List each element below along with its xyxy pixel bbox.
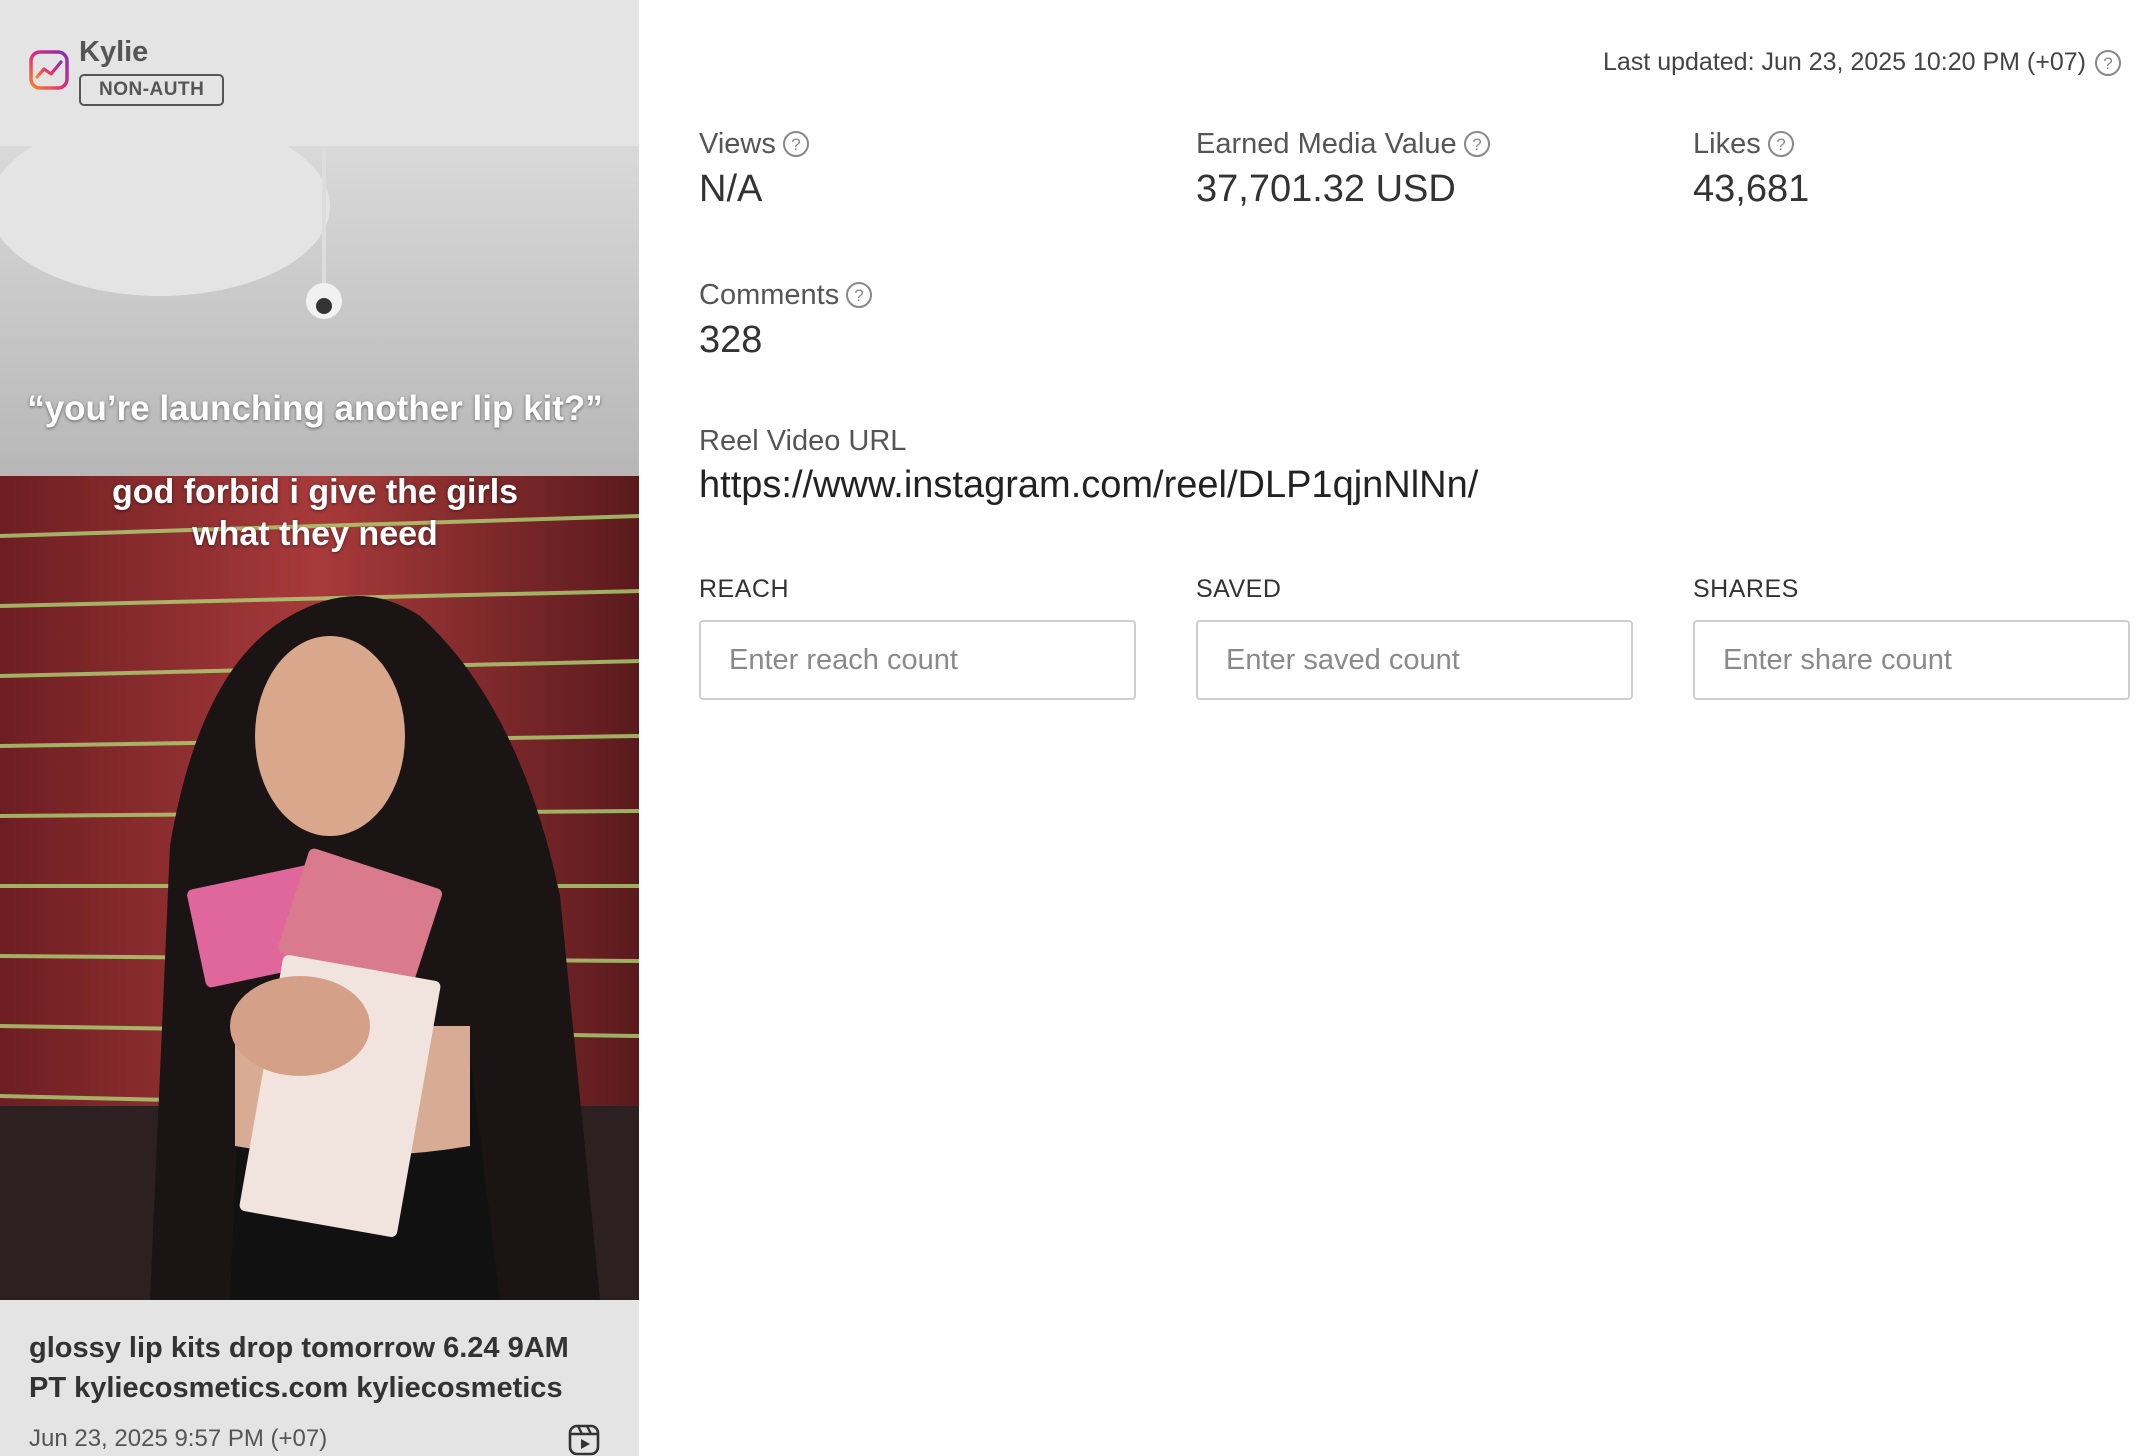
metric-views: Views ? N/A [699,126,810,211]
last-updated: Last updated: Jun 23, 2025 10:20 PM (+07… [1603,48,2086,77]
reach-label: REACH [699,575,790,603]
metric-likes-value: 43,681 [1693,168,1810,210]
reel-icon[interactable] [568,1424,600,1456]
question-circle-icon[interactable]: ? [2094,49,2122,77]
last-updated-label: Last updated: [1603,48,1755,76]
overlay-line-2: what they need [192,515,438,553]
instagram-icon [29,50,69,90]
metric-views-label: Views [699,127,776,160]
metric-emv: Earned Media Value ? 37,701.32 USD [1196,126,1491,211]
saved-field: SAVED [1196,575,1633,700]
overlay-line-1: god forbid i give the girls [111,473,519,511]
metric-likes-label: Likes [1693,127,1761,160]
metric-emv-label: Earned Media Value [1196,127,1457,160]
svg-text:?: ? [1472,135,1481,154]
metric-emv-value: 37,701.32 USD [1196,168,1456,210]
metric-comments-value: 328 [699,319,763,361]
account-header: Kylie NON-AUTH [0,0,639,146]
question-circle-icon[interactable]: ? [1767,130,1795,158]
post-caption: glossy lip kits drop tomorrow 6.24 9AM P… [29,1332,569,1404]
svg-text:?: ? [854,286,863,305]
svg-text:?: ? [2103,54,2112,73]
app-root: Kylie NON-AUTH “you’re launching another… [0,0,2146,1456]
auth-status-badge: NON-AUTH [79,74,225,106]
question-circle-icon[interactable]: ? [782,130,810,158]
svg-text:?: ? [1776,135,1785,154]
metric-likes: Likes ? 43,681 [1693,126,1809,211]
saved-label: SAVED [1196,575,1282,603]
metric-views-value: N/A [699,168,763,210]
saved-input[interactable] [1196,620,1633,700]
reach-input[interactable] [699,620,1136,700]
reel-url-link[interactable]: https://www.instagram.com/reel/DLP1qjnNl… [699,464,1478,507]
last-updated-value: Jun 23, 2025 10:20 PM (+07) [1761,48,2086,76]
svg-text:?: ? [791,135,800,154]
post-date: Jun 23, 2025 9:57 PM (+07) [29,1425,328,1452]
overlay-quote-text: “you’re launching another lip kit?” [27,389,603,428]
question-circle-icon[interactable]: ? [845,281,873,309]
reel-url-block: Reel Video URL https://www.instagram.com… [699,425,1478,507]
account-name: Kylie [79,36,149,68]
metric-comments-label: Comments [699,278,840,311]
shares-input[interactable] [1693,620,2130,700]
metric-comments: Comments ? 328 [699,277,873,362]
question-circle-icon[interactable]: ? [1463,130,1491,158]
media-image [0,146,639,1300]
reach-field: REACH [699,575,1136,700]
post-media-thumbnail[interactable]: “you’re launching another lip kit?” god … [0,146,639,1300]
shares-label: SHARES [1693,575,1799,603]
reel-url-label: Reel Video URL [699,425,907,457]
shares-field: SHARES [1693,575,2130,700]
overlay-caption-text: god forbid i give the girls what they ne… [0,471,630,555]
post-preview-panel: Kylie NON-AUTH “you’re launching another… [0,0,639,1456]
